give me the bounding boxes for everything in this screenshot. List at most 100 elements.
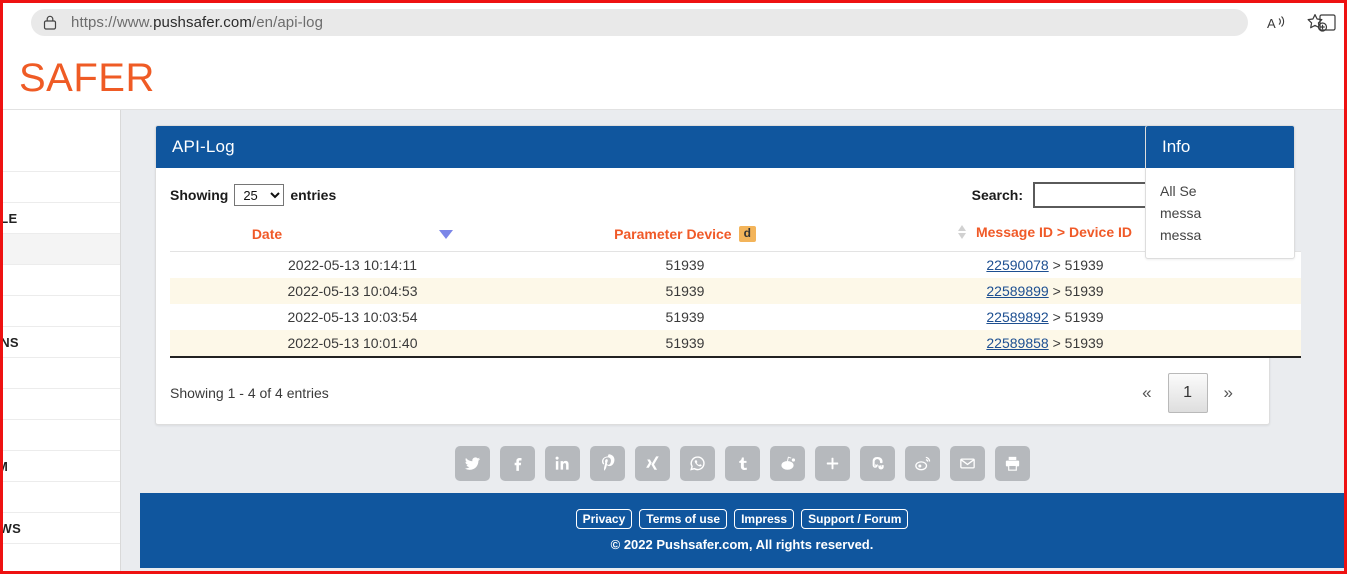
url-scheme: https://www.	[71, 14, 154, 31]
svg-text:A: A	[1267, 16, 1276, 31]
table-controls: Showing 10 25 50 100 entries Search:	[170, 180, 1255, 210]
address-bar[interactable]: https://www.pushsafer.com/en/api-log	[31, 9, 1248, 36]
footer-links: Privacy Terms of use Impress Support / F…	[575, 509, 909, 529]
table-row[interactable]: 2022-05-13 10:01:40 51939 22589858 > 519…	[170, 330, 1301, 358]
pinterest-icon[interactable]	[589, 445, 625, 481]
cell-parameter-device: 51939	[535, 251, 835, 278]
reddit-icon[interactable]	[769, 445, 805, 481]
sort-both-icon[interactable]	[957, 225, 967, 239]
site-footer: Privacy Terms of use Impress Support / F…	[140, 493, 1344, 568]
cell-date: 2022-05-13 10:03:54	[170, 304, 535, 330]
pagination-next[interactable]: »	[1222, 383, 1235, 403]
api-log-table: Date Parameter Device d Message ID > Dev…	[170, 224, 1301, 358]
table-header-row: Date Parameter Device d Message ID > Dev…	[170, 224, 1301, 252]
footer-link-terms[interactable]: Terms of use	[639, 509, 728, 529]
site-logo-text: SAFER	[19, 56, 155, 100]
message-id-link[interactable]: 22590078	[986, 257, 1048, 273]
sidebar-item-3[interactable]	[0, 234, 120, 265]
showing-label: Showing	[170, 187, 229, 203]
print-icon[interactable]	[994, 445, 1030, 481]
entries-info: Showing 1 - 4 of 4 entries	[170, 385, 329, 401]
stumbleupon-icon[interactable]	[859, 445, 895, 481]
footer-link-support[interactable]: Support / Forum	[801, 509, 909, 529]
column-header-date-inner: Date	[251, 226, 454, 242]
social-share-row	[140, 428, 1344, 498]
lock-icon	[43, 15, 57, 30]
column-header-parameter-device[interactable]: Parameter Device d	[535, 224, 835, 252]
sort-descending-icon[interactable]	[439, 229, 454, 239]
cell-overflow	[1255, 330, 1301, 358]
cell-overflow	[1255, 278, 1301, 304]
sidebar-item-profile[interactable]: PROFILE	[0, 203, 120, 234]
collections-icon[interactable]	[1310, 3, 1344, 41]
pagination-previous[interactable]: «	[1140, 383, 1153, 403]
info-card: Info All Se messa messa	[1145, 125, 1295, 259]
cell-target-device: 51939	[1064, 283, 1104, 299]
page-length-select[interactable]: 10 25 50 100	[234, 184, 285, 206]
info-line: All Se	[1160, 183, 1197, 199]
message-id-link[interactable]: 22589858	[986, 335, 1048, 351]
read-aloud-icon[interactable]: A	[1266, 12, 1288, 34]
email-icon[interactable]	[949, 445, 985, 481]
sidebar-item-forum[interactable]: FORUM	[0, 451, 120, 482]
whatsapp-icon[interactable]	[679, 445, 715, 481]
sidebar-item-label: PROFILE	[0, 211, 18, 226]
message-id-separator: >	[1052, 283, 1061, 299]
cell-parameter-device: 51939	[535, 304, 835, 330]
cell-message-id: 22589858 > 51939	[835, 330, 1255, 358]
column-header-message-id-inner: Message ID > Device ID	[957, 224, 1133, 240]
sidebar-item-1[interactable]	[0, 172, 120, 203]
column-header-parameter-device-inner: Parameter Device d	[614, 225, 756, 242]
entries-label: entries	[290, 187, 337, 203]
cell-date: 2022-05-13 10:01:40	[170, 330, 535, 358]
table-row[interactable]: 2022-05-13 10:14:11 51939 22590078 > 519…	[170, 251, 1301, 278]
page-title: API-Log	[172, 137, 235, 156]
sidebar-item-label: REVIEWS	[0, 521, 22, 536]
cell-target-device: 51939	[1064, 257, 1104, 273]
sidebar-item-label: FORUM	[0, 459, 8, 474]
parameter-device-badge: d	[738, 225, 756, 242]
twitter-icon[interactable]	[454, 445, 490, 481]
message-id-separator: >	[1052, 257, 1061, 273]
footer-link-privacy[interactable]: Privacy	[575, 509, 633, 529]
linkedin-icon[interactable]	[544, 445, 580, 481]
sidebar-item-9[interactable]	[0, 420, 120, 451]
sidebar-item-11[interactable]	[0, 482, 120, 513]
sidebar-item-8[interactable]	[0, 389, 120, 420]
cell-date: 2022-05-13 10:04:53	[170, 278, 535, 304]
info-card-body: All Se messa messa	[1146, 168, 1294, 258]
weibo-icon[interactable]	[904, 445, 940, 481]
facebook-icon[interactable]	[499, 445, 535, 481]
table-footer: Showing 1 - 4 of 4 entries « 1 »	[170, 358, 1255, 413]
column-header-date-label: Date	[251, 226, 283, 242]
sidebar: PROFILE APPS PLUGINS FORUM REVIEWS	[0, 110, 121, 571]
column-header-date[interactable]: Date	[170, 224, 535, 252]
footer-link-impress[interactable]: Impress	[734, 509, 795, 529]
column-header-message-id-label: Message ID > Device ID	[975, 224, 1133, 240]
share-more-icon[interactable]	[814, 445, 850, 481]
table-row[interactable]: 2022-05-13 10:04:53 51939 22589899 > 519…	[170, 278, 1301, 304]
tumblr-icon[interactable]	[724, 445, 760, 481]
pagination-page-1[interactable]: 1	[1167, 373, 1208, 413]
api-log-card: API-Log Showing 10 25 50 100 entries	[155, 125, 1301, 425]
sidebar-item-7[interactable]	[0, 358, 120, 389]
site-header: SAFER	[0, 24, 1344, 110]
sidebar-item-5[interactable]	[0, 296, 120, 327]
column-header-parameter-device-label: Parameter Device	[614, 225, 732, 242]
sidebar-item-0[interactable]	[0, 110, 120, 172]
message-id-link[interactable]: 22589892	[986, 309, 1048, 325]
site-logo[interactable]: SAFER	[0, 24, 155, 104]
cell-message-id: 22589892 > 51939	[835, 304, 1255, 330]
message-id-link[interactable]: 22589899	[986, 283, 1048, 299]
sidebar-item-13[interactable]	[0, 544, 120, 571]
page-length-control: Showing 10 25 50 100 entries	[170, 184, 336, 206]
cell-target-device: 51939	[1064, 335, 1104, 351]
xing-icon[interactable]	[634, 445, 670, 481]
sidebar-item-reviews[interactable]: REVIEWS	[0, 513, 120, 544]
sidebar-item-plugins[interactable]: PLUGINS	[0, 327, 120, 358]
info-line: messa	[1160, 227, 1202, 243]
info-card-header: Info	[1146, 126, 1294, 168]
cell-parameter-device: 51939	[535, 330, 835, 358]
sidebar-item-apps[interactable]: APPS	[0, 265, 120, 296]
table-row[interactable]: 2022-05-13 10:03:54 51939 22589892 > 519…	[170, 304, 1301, 330]
